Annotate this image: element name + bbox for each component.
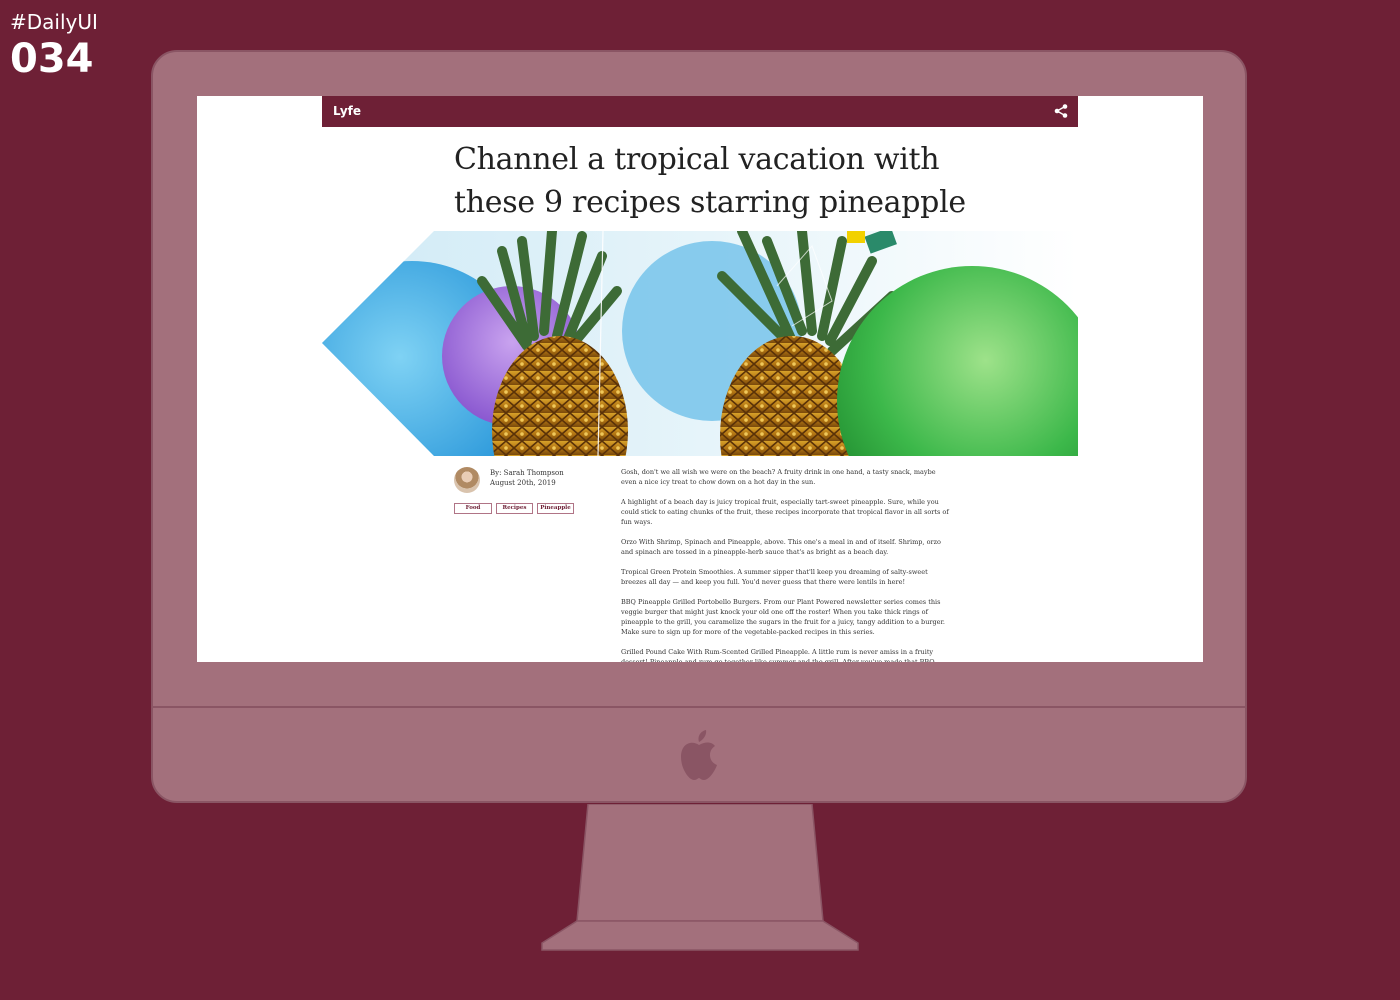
app-logo[interactable]: Lyfe — [333, 104, 361, 118]
share-icon[interactable] — [1054, 104, 1068, 118]
author-avatar[interactable] — [454, 467, 480, 493]
hero-image — [322, 231, 1078, 456]
author-byline: By: Sarah Thompson August 20th, 2019 — [490, 468, 564, 488]
tag-pineapple[interactable]: Pineapple — [537, 503, 574, 514]
article-paragraph: A highlight of a beach day is juicy trop… — [621, 498, 949, 526]
article-body: Gosh, don't we all wish we were on the b… — [621, 467, 951, 662]
monitor-chin-divider — [153, 706, 1245, 708]
article-paragraph: Orzo With Shrimp, Spinach and Pineapple,… — [621, 538, 941, 556]
badge-number: 034 — [10, 36, 94, 82]
article-paragraph: Gosh, don't we all wish we were on the b… — [621, 468, 936, 486]
tag-list: Food Recipes Pineapple — [454, 503, 574, 514]
author-name[interactable]: By: Sarah Thompson — [490, 468, 564, 478]
article-title: Channel a tropical vacation with these 9… — [454, 142, 966, 220]
apple-logo-icon — [681, 730, 717, 780]
browser-screen: Lyfe Channel a tropical vacation with th… — [197, 96, 1203, 662]
top-navbar: Lyfe — [322, 96, 1078, 127]
tag-recipes[interactable]: Recipes — [496, 503, 533, 514]
monitor-stand — [541, 804, 859, 951]
badge-hashtag: #DailyUI — [10, 10, 98, 34]
publish-date: August 20th, 2019 — [490, 479, 556, 487]
article-paragraph: BBQ Pineapple Grilled Portobello Burgers… — [621, 598, 945, 636]
daily-ui-badge: #DailyUI 034 — [10, 10, 98, 82]
article-paragraph: Grilled Pound Cake With Rum-Scented Gril… — [621, 648, 935, 662]
article-paragraph: Tropical Green Protein Smoothies. A summ… — [621, 568, 928, 586]
tag-food[interactable]: Food — [454, 503, 492, 514]
